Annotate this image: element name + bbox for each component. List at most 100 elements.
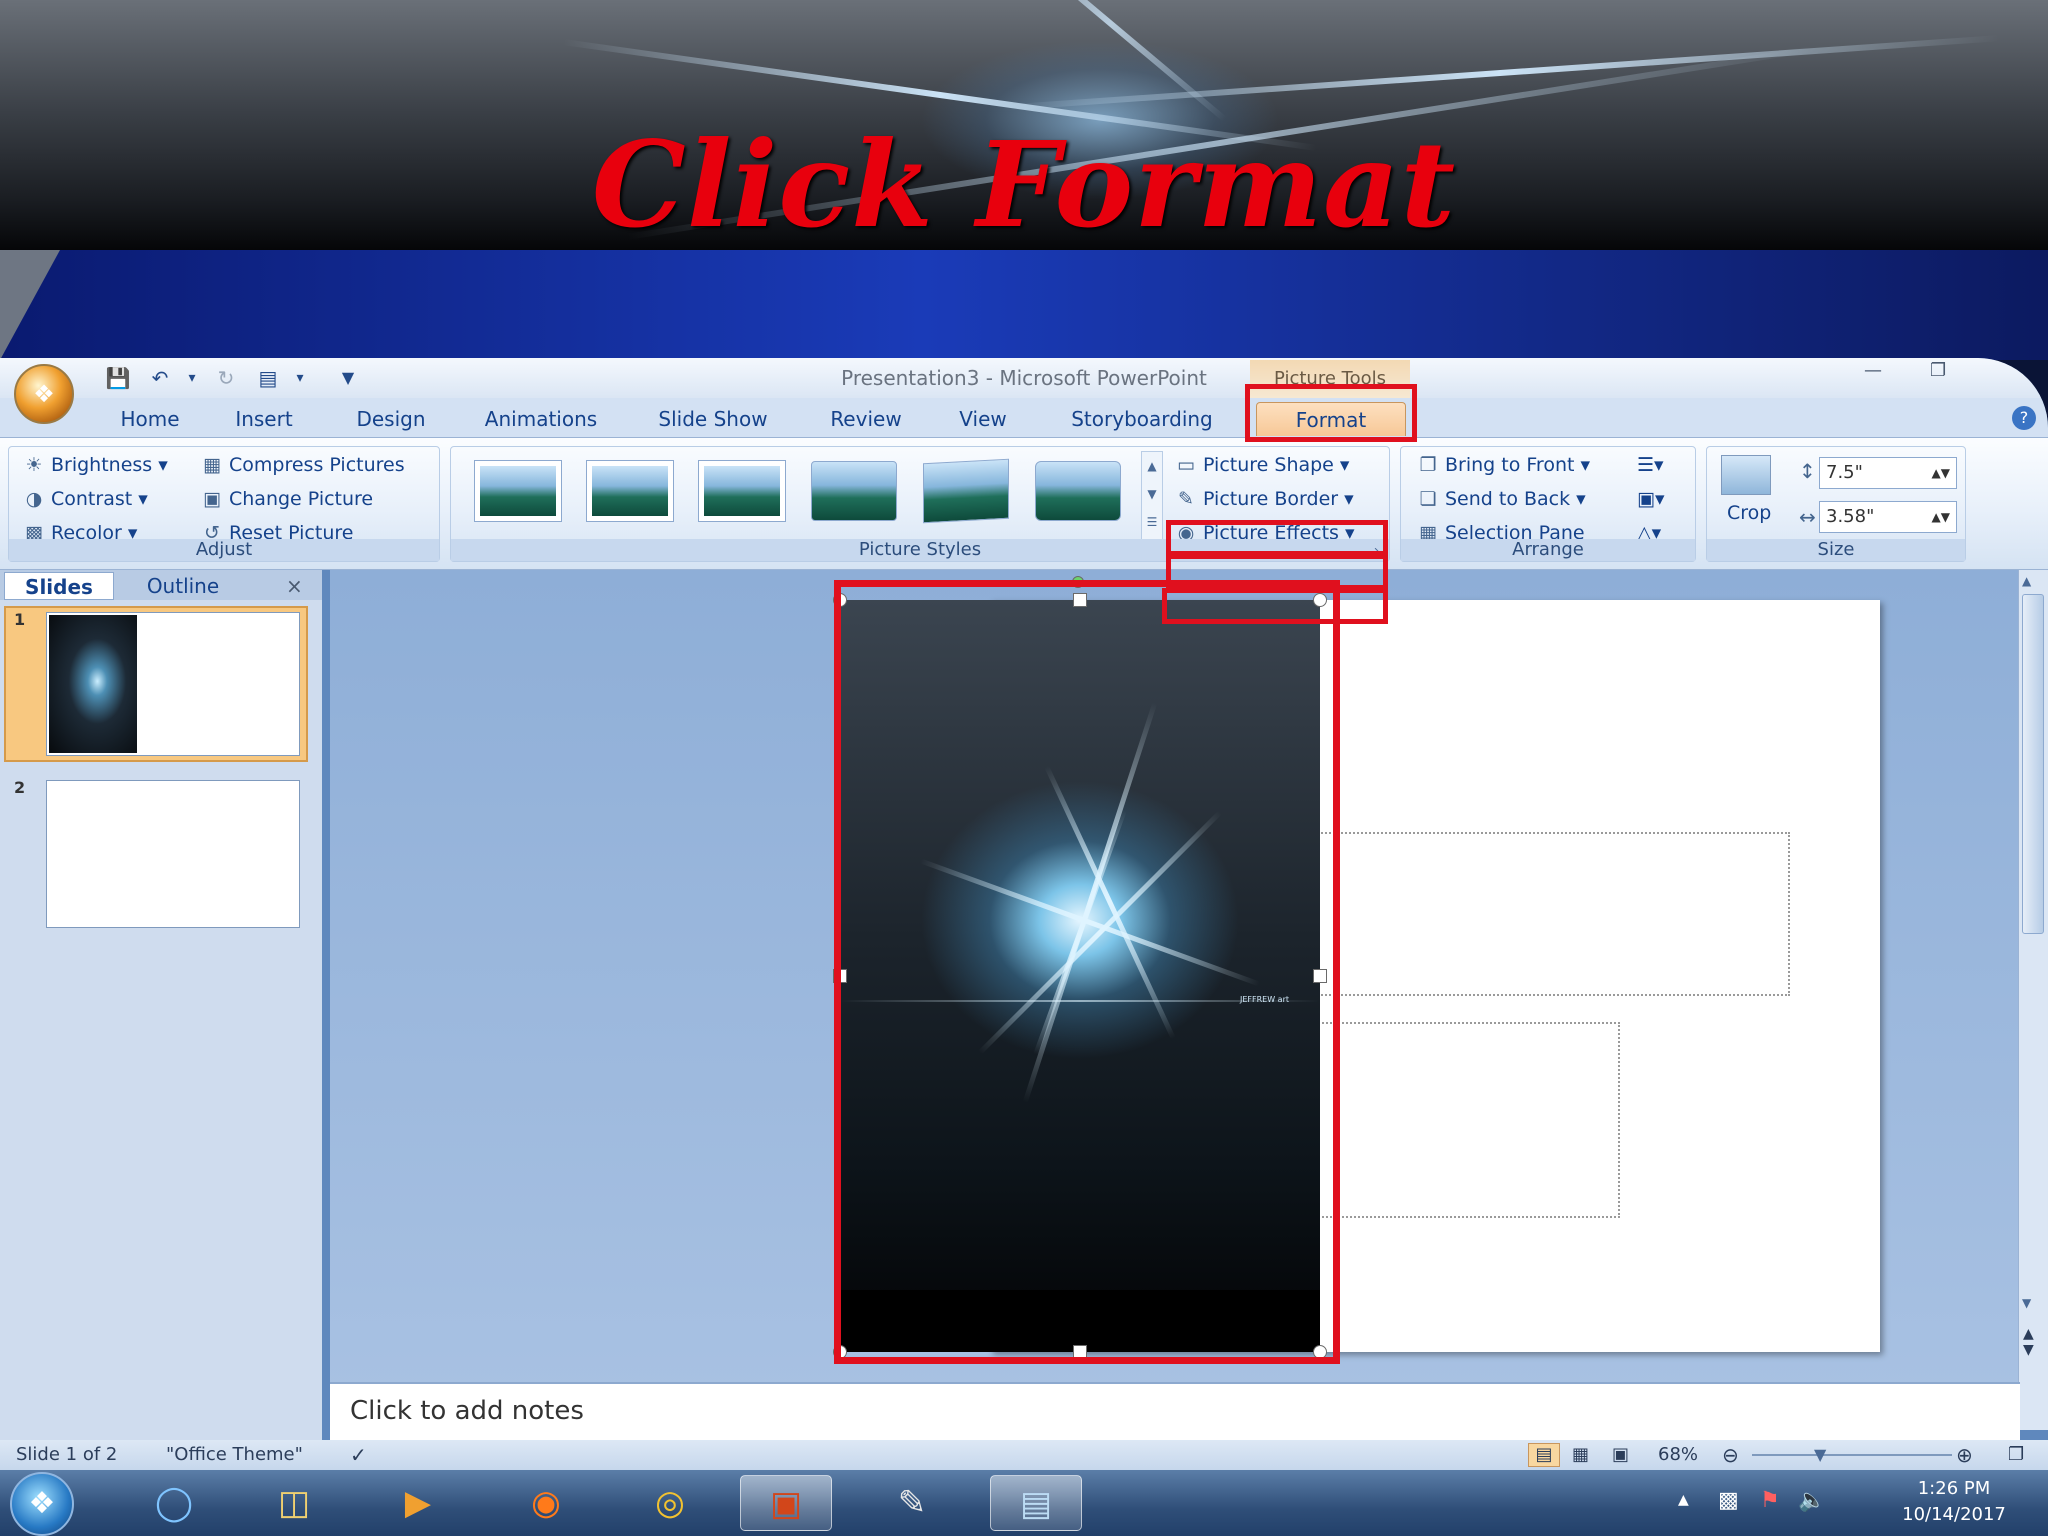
normal-view-icon[interactable]: ▤ <box>1528 1443 1560 1467</box>
file-explorer-icon[interactable]: ◫ <box>248 1475 340 1531</box>
page-nav-icon[interactable]: ▲ ▼ <box>2023 1326 2034 1358</box>
paint-icon[interactable]: ✎ <box>866 1475 958 1531</box>
zoom-slider[interactable] <box>1752 1454 1952 1456</box>
chrome-icon[interactable]: ◎ <box>624 1475 716 1531</box>
picture-style-5[interactable] <box>923 458 1009 524</box>
resize-handle-left[interactable] <box>833 969 847 983</box>
tab-storyboarding[interactable]: Storyboarding <box>1062 402 1222 436</box>
resize-handle-bottom-right[interactable] <box>1313 1345 1327 1359</box>
styles-gallery-scroll[interactable]: ▲ ▼ ☰ <box>1141 451 1163 541</box>
picture-shape-button[interactable]: ▭ Picture Shape ▾ <box>1175 451 1349 479</box>
picture-style-3[interactable] <box>698 460 786 522</box>
network-icon[interactable]: ▩ <box>1718 1488 1739 1513</box>
ribbon-tabs: Home Insert Design Animations Slide Show… <box>0 398 2048 438</box>
send-to-back-icon: ❏ <box>1419 488 1437 510</box>
contrast-button[interactable]: ◑ Contrast ▾ <box>23 485 148 513</box>
minimize-icon[interactable]: — <box>1864 360 1882 381</box>
slide-thumbnail-2[interactable] <box>46 780 300 928</box>
tab-design[interactable]: Design <box>346 402 436 436</box>
powerpoint-taskbar-icon[interactable]: ▣ <box>740 1475 832 1531</box>
resize-handle-top-left[interactable] <box>833 593 847 607</box>
zoom-out-icon[interactable]: ⊖ <box>1722 1440 1739 1470</box>
internet-explorer-icon[interactable]: ◯ <box>128 1475 220 1531</box>
slide-canvas: ck to add title ck to add subtitle JEFFR… <box>330 570 2020 1430</box>
pencil-icon: ✎ <box>1178 488 1194 510</box>
photo-bottom-band <box>840 1290 1320 1352</box>
restore-icon[interactable]: ❐ <box>1930 360 1946 381</box>
tab-format[interactable]: Format <box>1256 402 1406 436</box>
tab-outline[interactable]: Outline <box>128 572 238 600</box>
zoom-in-icon[interactable]: ⊕ <box>1956 1440 1973 1470</box>
picture-shape-icon: ▭ <box>1177 454 1195 476</box>
group-picture-styles: ▲ ▼ ☰ ▭ Picture Shape ▾ ✎ Picture Border ▾ ◉… <box>450 446 1390 562</box>
crop-button[interactable]: Crop <box>1727 499 1771 527</box>
resize-handle-bottom-left[interactable] <box>833 1345 847 1359</box>
spell-check-icon[interactable]: ✓ <box>350 1440 367 1470</box>
media-player-icon[interactable]: ▶ <box>372 1475 464 1531</box>
height-spinner-icon[interactable]: ▲▼ <box>1932 458 1950 488</box>
group-icon[interactable]: ▣▾ <box>1637 485 1665 513</box>
tab-home[interactable]: Home <box>110 402 190 436</box>
align-icon[interactable]: ☰▾ <box>1637 451 1664 479</box>
action-center-icon[interactable]: ⚑ <box>1760 1488 1780 1513</box>
scroll-down-icon[interactable]: ▼ <box>2022 1296 2031 1310</box>
help-icon[interactable]: ? <box>2012 406 2036 430</box>
zoom-level[interactable]: 68% <box>1658 1440 1698 1470</box>
width-field[interactable]: 3.58" ▲▼ <box>1819 501 1957 533</box>
compress-pictures-button[interactable]: ▦ Compress Pictures <box>201 451 405 479</box>
vertical-scrollbar[interactable]: ▲ ▼ ▲ ▼ <box>2018 570 2048 1430</box>
slide-thumbnail-1[interactable] <box>46 612 300 756</box>
dialog-launcher-icon[interactable]: ↘ <box>1373 544 1383 558</box>
clock-date[interactable]: 10/14/2017 <box>1864 1504 2044 1525</box>
system-tray: ▲ ▩ ⚑ 🔈 1:26 PM 10/14/2017 <box>1668 1470 2048 1536</box>
height-icon: ↕ <box>1799 459 1816 483</box>
send-to-back-button[interactable]: ❏ Send to Back ▾ <box>1417 485 1585 513</box>
group-arrange: ❐ Bring to Front ▾ ❏ Send to Back ▾ ▦ Selec… <box>1400 446 1696 562</box>
ribbon: ☀ Brightness ▾ ◑ Contrast ▾ ▩ Recolor ▾ ▦ Co… <box>0 438 2048 624</box>
sorter-view-icon[interactable]: ▦ <box>1572 1440 1589 1470</box>
fit-window-icon[interactable]: ❐ <box>2008 1440 2024 1470</box>
width-spinner-icon[interactable]: ▲▼ <box>1932 502 1950 532</box>
resize-handle-top[interactable] <box>1073 593 1087 607</box>
close-pane-icon[interactable]: × <box>286 572 306 600</box>
picture-style-6[interactable] <box>1035 461 1121 521</box>
brightness-button[interactable]: ☀ Brightness ▾ <box>23 451 167 479</box>
tab-slide-show[interactable]: Slide Show <box>646 402 780 436</box>
notes-pane[interactable]: Click to add notes <box>330 1382 2020 1440</box>
tab-insert[interactable]: Insert <box>224 402 304 436</box>
theme-name: "Office Theme" <box>166 1444 303 1465</box>
picture-border-button[interactable]: ✎ Picture Border ▾ <box>1175 485 1354 513</box>
window-title: Presentation3 - Microsoft PowerPoint <box>841 366 1207 390</box>
picture-style-1[interactable] <box>474 460 562 522</box>
office-button[interactable]: ❖ <box>14 364 74 424</box>
change-picture-button[interactable]: ▣ Change Picture <box>201 485 373 513</box>
tab-review[interactable]: Review <box>820 402 912 436</box>
slideshow-view-icon[interactable]: ▣ <box>1612 1440 1629 1470</box>
height-field[interactable]: 7.5" ▲▼ <box>1819 457 1957 489</box>
brightness-icon: ☀ <box>25 454 43 476</box>
photo-viewer-icon[interactable]: ▤ <box>990 1475 1082 1531</box>
powerpoint-window: 💾 ↶ ▾ ↻ ▤ ▾ ▼ Presentation3 - Microsoft … <box>0 358 2048 1536</box>
picture-style-4[interactable] <box>811 461 897 521</box>
zoom-slider-thumb[interactable]: ▼ <box>1814 1440 1826 1470</box>
tab-slides[interactable]: Slides <box>4 572 114 600</box>
resize-handle-top-right[interactable] <box>1313 593 1327 607</box>
tab-view[interactable]: View <box>950 402 1016 436</box>
show-hidden-icons-icon[interactable]: ▲ <box>1678 1492 1689 1508</box>
start-button[interactable]: ❖ <box>10 1472 74 1536</box>
firefox-icon[interactable]: ◉ <box>500 1475 592 1531</box>
clock-time[interactable]: 1:26 PM <box>1864 1478 2044 1499</box>
scroll-thumb[interactable] <box>2022 594 2044 934</box>
slides-pane: Slides Outline × 1 2 <box>0 570 322 1440</box>
resize-handle-bottom[interactable] <box>1073 1345 1087 1359</box>
picture-style-2[interactable] <box>586 460 674 522</box>
selected-picture[interactable]: JEFFREW art <box>840 600 1320 1352</box>
title-bar: 💾 ↶ ▾ ↻ ▤ ▾ ▼ Presentation3 - Microsoft … <box>0 358 2048 398</box>
bring-to-front-button[interactable]: ❐ Bring to Front ▾ <box>1417 451 1590 479</box>
slide-number-2: 2 <box>14 778 26 797</box>
tab-animations[interactable]: Animations <box>478 402 604 436</box>
scroll-up-icon[interactable]: ▲ <box>2022 574 2031 588</box>
volume-icon[interactable]: 🔈 <box>1798 1488 1825 1513</box>
resize-handle-right[interactable] <box>1313 969 1327 983</box>
rotate-handle[interactable] <box>1072 576 1084 588</box>
